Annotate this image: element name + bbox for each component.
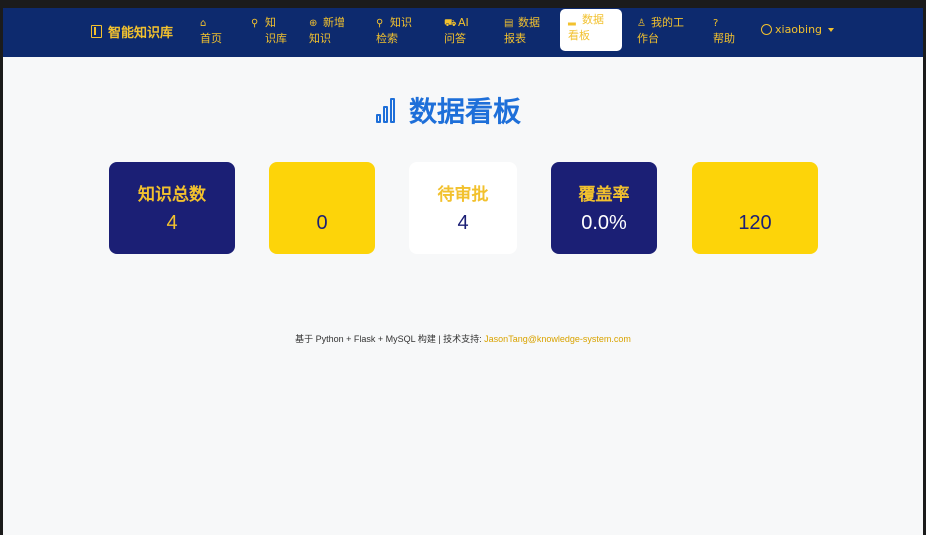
nav-add-knowledge[interactable]: ⊕ 新增 知识 bbox=[309, 15, 345, 46]
stat-card-pending: 待审批 4 bbox=[409, 162, 517, 254]
stat-label: 待审批 bbox=[437, 185, 489, 205]
bar-chart-icon bbox=[376, 97, 395, 123]
caret-down-icon bbox=[828, 27, 835, 32]
support-email-link[interactable]: JasonTang@knowledge-system.com bbox=[484, 334, 631, 344]
nav-dashboard-line2: 看板 bbox=[568, 29, 590, 42]
robot-icon: ⛟ bbox=[444, 18, 457, 29]
plus-circle-icon: ⊕ bbox=[309, 18, 318, 29]
page-title-text: 数据看板 bbox=[409, 95, 522, 128]
nav-knowledge-base-line2: 识库 bbox=[265, 32, 287, 45]
bar-chart-icon: ▂ bbox=[568, 15, 576, 26]
stat-value: 0 bbox=[316, 212, 328, 234]
nav-workbench-line1: 我的工 bbox=[651, 16, 684, 29]
nav-help-label: 帮助 bbox=[713, 32, 735, 45]
username: xiaobing bbox=[775, 23, 823, 36]
nav-home-label: 首页 bbox=[200, 32, 222, 45]
brand-link[interactable]: 智能知识库 bbox=[91, 22, 173, 41]
user-circle-icon bbox=[761, 24, 772, 35]
nav-add-knowledge-line1: 新增 bbox=[323, 16, 345, 29]
stat-value: 0.0% bbox=[581, 212, 627, 234]
nav-knowledge-search-line2: 检索 bbox=[376, 32, 398, 45]
stat-card-coverage: 覆盖率 0.0% bbox=[551, 162, 657, 254]
stat-card-total: 知识总数 4 bbox=[109, 162, 235, 254]
nav-home[interactable]: ⌂ 首页 bbox=[200, 15, 222, 46]
report-icon: ▤ bbox=[504, 18, 514, 29]
nav-knowledge-base-line1: 知 bbox=[265, 16, 276, 29]
footer-text: 基于 Python + Flask + MySQL 构建 | 技术支持: bbox=[295, 334, 485, 344]
top-navbar: 智能知识库 ⌂ 首页 ⚲ 知 识库 ⊕ 新增 知识 ⚲ 知识 检索 ⛟AI 问答 ▤ 数… bbox=[3, 8, 923, 57]
person-icon: ♙ bbox=[637, 18, 646, 29]
stat-value: 4 bbox=[166, 212, 178, 234]
nav-data-report-line2: 报表 bbox=[504, 32, 526, 45]
stat-label: 覆盖率 bbox=[578, 185, 630, 205]
stat-label: 知识总数 bbox=[138, 185, 206, 205]
nav-ai-qa-line2: 问答 bbox=[444, 32, 466, 45]
nav-ai-qa-line1: AI bbox=[458, 16, 469, 29]
user-menu[interactable]: xiaobing bbox=[761, 23, 835, 36]
stat-card-2: 0 bbox=[269, 162, 375, 254]
stat-value: 120 bbox=[738, 212, 772, 234]
stat-value: 4 bbox=[457, 212, 469, 234]
page-title: 数据看板 bbox=[376, 90, 521, 130]
window-top-strip bbox=[0, 0, 926, 8]
nav-dashboard-line1: 数据 bbox=[582, 13, 604, 26]
nav-workbench[interactable]: ♙ 我的工 作台 bbox=[637, 15, 684, 46]
nav-add-knowledge-line2: 知识 bbox=[309, 32, 331, 45]
book-icon bbox=[91, 25, 102, 38]
search-icon: ⚲ bbox=[376, 18, 384, 29]
nav-ai-qa[interactable]: ⛟AI 问答 bbox=[444, 15, 469, 46]
stat-card-5: 120 bbox=[692, 162, 818, 254]
nav-workbench-line2: 作台 bbox=[637, 32, 659, 45]
nav-data-report[interactable]: ▤ 数据 报表 bbox=[504, 15, 540, 46]
browser-viewport: 智能知识库 ⌂ 首页 ⚲ 知 识库 ⊕ 新增 知识 ⚲ 知识 检索 ⛟AI 问答 ▤ 数… bbox=[3, 8, 923, 535]
nav-dashboard[interactable]: ▂ 数据 看板 bbox=[560, 9, 622, 51]
help-icon: ? bbox=[713, 18, 719, 29]
nav-knowledge-base[interactable]: ⚲ 知 识库 bbox=[251, 15, 287, 46]
nav-knowledge-search[interactable]: ⚲ 知识 检索 bbox=[376, 15, 412, 46]
nav-help[interactable]: ? 帮助 bbox=[713, 15, 735, 46]
brand-name: 智能知识库 bbox=[108, 26, 174, 41]
nav-data-report-line1: 数据 bbox=[518, 16, 540, 29]
nav-knowledge-search-line1: 知识 bbox=[390, 16, 412, 29]
home-icon: ⌂ bbox=[200, 18, 207, 29]
search-icon: ⚲ bbox=[251, 18, 259, 29]
page-footer: 基于 Python + Flask + MySQL 构建 | 技术支持: Jas… bbox=[3, 332, 923, 345]
